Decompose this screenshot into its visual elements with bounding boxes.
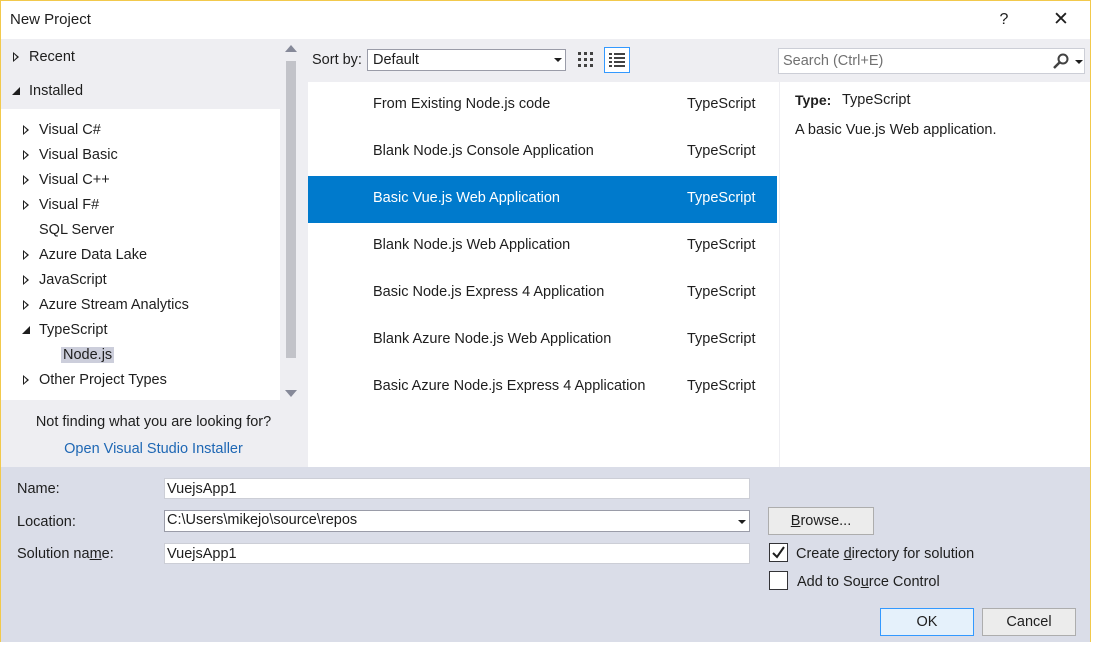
template-language: TypeScript — [687, 284, 756, 300]
template-name: Blank Node.js Console Application — [373, 143, 594, 159]
ok-button[interactable]: OK — [880, 608, 974, 636]
template-name: From Existing Node.js code — [373, 96, 551, 112]
search-input[interactable] — [783, 50, 1043, 72]
tree-item-label: Visual C++ — [39, 172, 110, 188]
template-row[interactable]: Blank Node.js Web Application TypeScript — [308, 223, 777, 270]
scroll-up-arrow-icon[interactable] — [285, 45, 297, 52]
expanded-arrow-icon — [21, 319, 33, 341]
type-value: TypeScript — [842, 92, 911, 108]
chevron-down-icon[interactable] — [1075, 60, 1083, 64]
tree-item-label: Visual C# — [39, 122, 101, 138]
location-dropdown[interactable]: C:\Users\mikejo\source\repos — [164, 510, 750, 532]
checkmark-icon — [772, 546, 785, 559]
browse-button[interactable]: Browse... — [768, 507, 874, 535]
help-button[interactable]: ? — [993, 7, 1015, 33]
template-list: From Existing Node.js code TypeScript Bl… — [308, 82, 779, 467]
not-finding-text: Not finding what you are looking for? — [35, 414, 272, 430]
title-bar: New Project ? ✕ — [1, 1, 1090, 39]
template-row[interactable]: Blank Azure Node.js Web Application Type… — [308, 317, 777, 364]
nav-item-label: Installed — [29, 83, 84, 99]
create-directory-label: Create directory for solution — [796, 546, 975, 562]
add-to-source-control-label: Add to Source Control — [797, 574, 940, 590]
project-name-field[interactable] — [164, 478, 750, 499]
tree-item-label: Node.js — [61, 347, 115, 363]
tree-item-label: Other Project Types — [39, 372, 167, 388]
collapsed-arrow-icon — [21, 194, 33, 216]
location-label: Location: — [17, 514, 76, 530]
collapsed-arrow-icon — [21, 169, 33, 191]
list-view-icon[interactable] — [604, 47, 630, 73]
type-label: Type: — [795, 92, 832, 108]
tree-item-label: Azure Stream Analytics — [39, 297, 189, 313]
tree-scrollbar[interactable] — [280, 39, 306, 400]
solution-name-field[interactable] — [164, 543, 750, 564]
template-row-selected[interactable]: Basic Vue.js Web Application TypeScript — [308, 176, 777, 223]
search-box[interactable] — [778, 48, 1085, 74]
template-description-panel: Type: TypeScript A basic Vue.js Web appl… — [780, 82, 1090, 467]
collapsed-arrow-icon — [21, 119, 33, 141]
template-language: TypeScript — [687, 190, 756, 206]
left-top-section: Recent Installed — [1, 39, 280, 109]
template-row[interactable]: Basic Node.js Express 4 Application Type… — [308, 270, 777, 317]
template-name: Basic Vue.js Web Application — [373, 190, 560, 206]
nav-item-label: Recent — [29, 49, 75, 65]
template-language: TypeScript — [687, 378, 756, 394]
template-language: TypeScript — [687, 143, 756, 159]
collapsed-arrow-icon — [21, 144, 33, 166]
installed-tree: Visual C# Visual Basic Visual C++ Visual… — [1, 109, 280, 400]
sort-by-label: Sort by: — [312, 52, 362, 68]
chevron-down-icon — [554, 58, 562, 62]
dialog-title: New Project — [10, 11, 91, 28]
scroll-thumb[interactable] — [286, 61, 296, 358]
template-name: Basic Node.js Express 4 Application — [373, 284, 605, 300]
close-button[interactable]: ✕ — [1049, 7, 1073, 33]
template-row[interactable]: Basic Azure Node.js Express 4 Applicatio… — [308, 364, 777, 411]
collapsed-arrow-icon — [21, 244, 33, 266]
tree-item-nodejs[interactable]: Node.js — [61, 344, 115, 366]
small-icons-view-icon[interactable] — [575, 49, 597, 71]
tree-item-label: Azure Data Lake — [39, 247, 148, 263]
sort-by-dropdown[interactable]: Default — [367, 49, 566, 71]
tree-item-label: Visual Basic — [39, 147, 118, 163]
tree-item-label: JavaScript — [39, 272, 107, 288]
tree-item-label: Visual F# — [39, 197, 100, 213]
template-name: Basic Azure Node.js Express 4 Applicatio… — [373, 378, 646, 394]
add-to-source-control-checkbox[interactable] — [769, 571, 788, 590]
name-label: Name: — [17, 481, 60, 497]
template-language: TypeScript — [687, 96, 756, 112]
open-installer-link[interactable]: Open Visual Studio Installer — [1, 441, 306, 457]
template-name: Blank Node.js Web Application — [373, 237, 571, 253]
sort-by-value: Default — [373, 52, 419, 68]
template-language: TypeScript — [687, 331, 756, 347]
tree-item-label: SQL Server — [39, 222, 115, 238]
collapsed-arrow-icon — [21, 369, 33, 391]
new-project-dialog: New Project ? ✕ Recent Installed Visual … — [0, 0, 1091, 642]
description-text: A basic Vue.js Web application. — [795, 122, 997, 138]
cancel-button[interactable]: Cancel — [982, 608, 1076, 636]
collapsed-arrow-icon — [21, 269, 33, 291]
create-directory-checkbox[interactable] — [769, 543, 788, 562]
location-value: C:\Users\mikejo\source\repos — [167, 512, 358, 528]
collapsed-arrow-icon — [11, 46, 23, 68]
template-name: Blank Azure Node.js Web Application — [373, 331, 612, 347]
solution-name-label: Solution name: — [17, 546, 114, 562]
chevron-down-icon — [738, 520, 746, 524]
template-row[interactable]: From Existing Node.js code TypeScript — [308, 82, 777, 129]
tree-item-label: TypeScript — [39, 322, 108, 338]
expanded-arrow-icon — [11, 80, 23, 102]
search-icon[interactable] — [1051, 52, 1071, 70]
scroll-down-arrow-icon[interactable] — [285, 390, 297, 397]
collapsed-arrow-icon — [21, 294, 33, 316]
template-row[interactable]: Blank Node.js Console Application TypeSc… — [308, 129, 777, 176]
template-language: TypeScript — [687, 237, 756, 253]
